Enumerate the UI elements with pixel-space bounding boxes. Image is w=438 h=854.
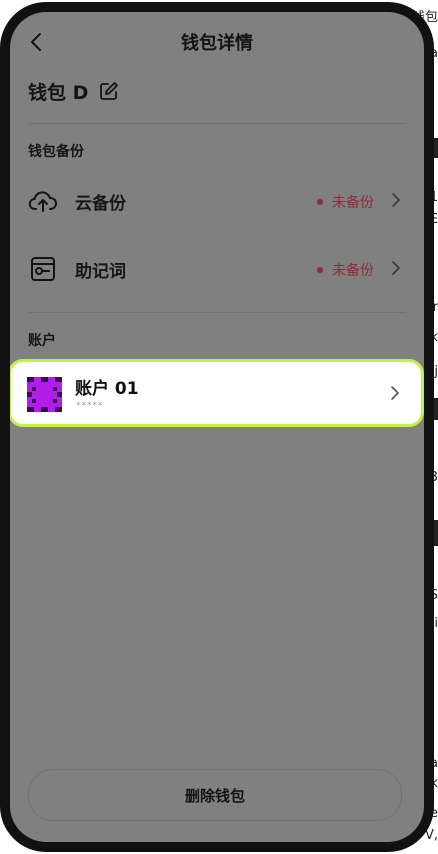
background-bar xyxy=(434,398,438,420)
status-badge: 未备份 xyxy=(317,260,374,280)
page-title: 钱包详情 xyxy=(181,33,253,54)
delete-wallet-button[interactable]: 删除钱包 xyxy=(28,769,402,821)
background-bar xyxy=(434,520,438,546)
avatar xyxy=(27,377,62,412)
account-masked-balance: ***** xyxy=(76,401,104,411)
background-text: j xyxy=(434,364,438,379)
section-title-accounts: 账户 xyxy=(28,333,56,349)
wallet-detail-screen: 钱包详情 钱包 D 钱包备份 云备份 未备份 助记词 未备份 账户 账户 01 … xyxy=(10,12,424,842)
account-card[interactable]: 账户 01 ***** xyxy=(11,362,421,424)
status-dot xyxy=(317,267,323,273)
edit-icon[interactable] xyxy=(98,80,120,102)
status-badge: 未备份 xyxy=(317,192,374,212)
mnemonic-label: 助记词 xyxy=(75,262,126,282)
divider xyxy=(28,123,406,124)
cloud-backup-status: 未备份 xyxy=(332,195,374,211)
section-title-backup: 钱包备份 xyxy=(28,144,84,160)
phone-frame: 钱包详情 钱包 D 钱包备份 云备份 未备份 助记词 未备份 账户 账户 01 … xyxy=(0,2,434,852)
account-name: 账户 01 xyxy=(75,379,139,399)
cloud-backup-label: 云备份 xyxy=(75,194,126,214)
background-text: i xyxy=(434,616,438,631)
wallet-name-row: 钱包 D xyxy=(28,76,120,106)
cloud-backup-row[interactable]: 云备份 未备份 xyxy=(10,176,424,224)
mnemonic-row[interactable]: 助记词 未备份 xyxy=(10,244,424,292)
wallet-name: 钱包 D xyxy=(28,81,89,104)
mnemonic-key-icon xyxy=(31,257,55,281)
chevron-right-icon xyxy=(391,386,399,400)
status-dot xyxy=(317,199,323,205)
chevron-right-icon xyxy=(392,261,400,275)
mnemonic-status: 未备份 xyxy=(332,263,374,279)
background-bar xyxy=(434,138,438,158)
chevron-right-icon xyxy=(392,193,400,207)
divider xyxy=(28,312,406,313)
cloud-upload-icon xyxy=(28,191,57,212)
header: 钱包详情 xyxy=(10,12,424,70)
